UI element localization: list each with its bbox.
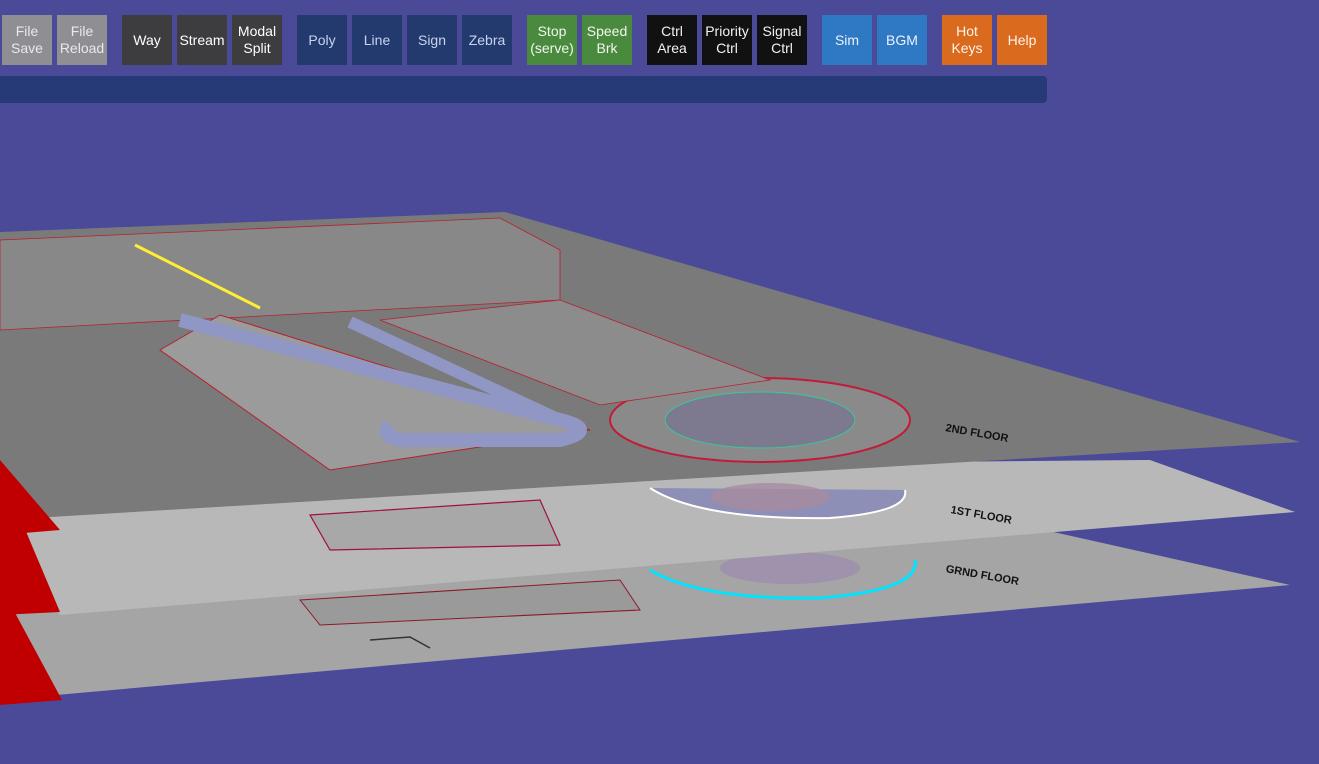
- 3d-floor-plan-viewport[interactable]: GRND FLOOR 1ST FLOOR 2ND FLOOR: [0, 0, 1319, 764]
